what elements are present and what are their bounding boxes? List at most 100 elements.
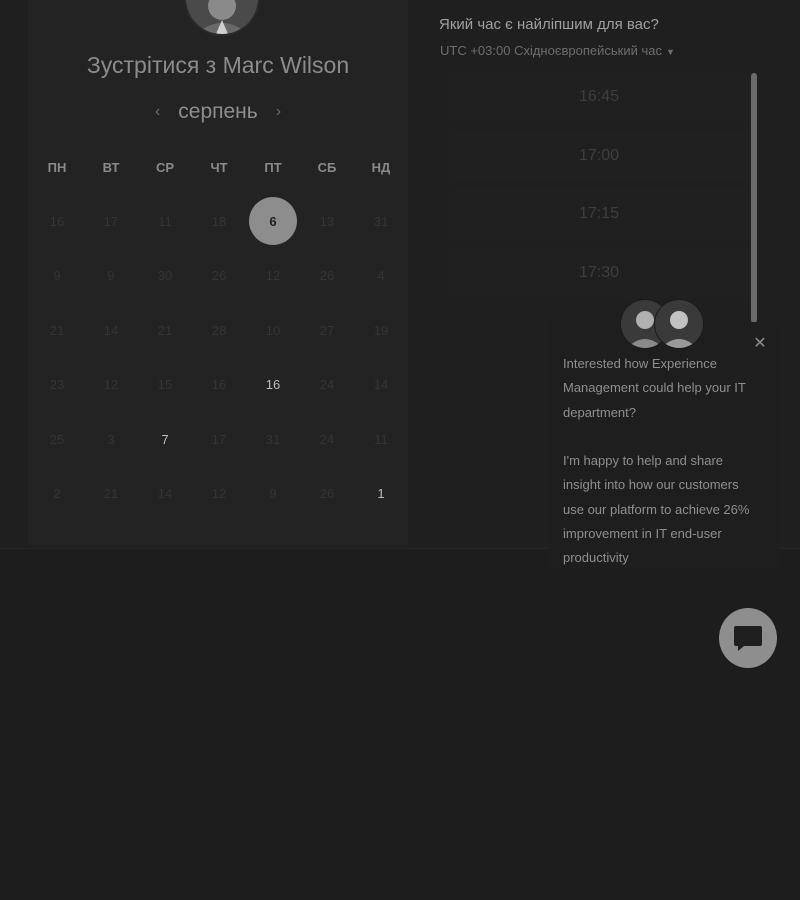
calendar-day-selected[interactable]: 6 xyxy=(246,194,300,249)
day-number: 24 xyxy=(319,377,335,393)
calendar-day: 10 xyxy=(246,303,300,358)
day-number: 31 xyxy=(373,213,389,229)
calendar-days-grid: 16 17 11 18 6 13 31 9 9 30 26 12 26 4 21 14 21 28 10 27 19 23… xyxy=(30,194,408,521)
calendar-day: 31 xyxy=(354,194,408,249)
calendar-day: 11 xyxy=(354,412,408,467)
calendar-day: 21 xyxy=(138,303,192,358)
calendar-day: 18 xyxy=(192,194,246,249)
time-slot-list: 16:45 17:00 17:15 17:30 xyxy=(449,72,749,322)
day-number: 26 xyxy=(319,486,335,502)
calendar-day: 30 xyxy=(138,249,192,304)
calendar-day: 28 xyxy=(192,303,246,358)
calendar-day: 14 xyxy=(138,467,192,522)
calendar-day: 12 xyxy=(192,467,246,522)
day-number: 30 xyxy=(157,268,173,284)
calendar-day: 9 xyxy=(84,249,138,304)
calendar-day: 12 xyxy=(246,249,300,304)
calendar-day: 31 xyxy=(246,412,300,467)
day-number: 16 xyxy=(49,213,65,229)
calendar-day: 14 xyxy=(354,358,408,413)
day-number: 4 xyxy=(377,268,385,284)
day-number: 17 xyxy=(211,431,227,447)
day-number: 12 xyxy=(103,377,119,393)
day-number: 11 xyxy=(158,213,172,229)
close-icon[interactable]: ✕ xyxy=(751,335,769,353)
day-number: 14 xyxy=(103,322,119,338)
calendar-day: 2 xyxy=(30,467,84,522)
chat-launcher-button[interactable] xyxy=(719,608,777,668)
weekday-label: СБ xyxy=(317,160,337,175)
day-number: 21 xyxy=(157,322,173,338)
time-question: Який час є найліпшим для вас? xyxy=(439,16,659,33)
day-number: 7 xyxy=(161,431,169,447)
calendar-day: 16 xyxy=(30,194,84,249)
day-number: 18 xyxy=(211,213,227,229)
day-number: 14 xyxy=(373,377,389,393)
day-number: 28 xyxy=(211,322,227,338)
agent-avatars xyxy=(620,299,704,349)
weekday-label: СР xyxy=(155,160,175,175)
calendar-day[interactable]: 1 xyxy=(354,467,408,522)
calendar-day: 26 xyxy=(300,467,354,522)
weekday-header: ПН ВТ СР ЧТ ПТ СБ НД xyxy=(30,160,408,175)
day-number: 12 xyxy=(265,268,281,284)
calendar-day: 26 xyxy=(192,249,246,304)
day-number: 31 xyxy=(265,431,281,447)
calendar-day[interactable]: 16 xyxy=(246,358,300,413)
weekday-label: ПН xyxy=(47,160,67,175)
day-number: 15 xyxy=(157,377,173,393)
calendar-day: 17 xyxy=(84,194,138,249)
time-slot-button[interactable]: 17:00 xyxy=(449,130,749,181)
day-number: 21 xyxy=(49,322,65,338)
calendar-day: 25 xyxy=(30,412,84,467)
slot-scrollbar[interactable] xyxy=(751,73,757,323)
calendar-day: 9 xyxy=(30,249,84,304)
day-number: 6 xyxy=(249,197,297,246)
month-navigator: ‹ серпень › xyxy=(28,100,408,124)
weekday-label: ЧТ xyxy=(210,160,228,175)
time-slot-button[interactable]: 16:45 xyxy=(449,72,749,122)
calendar-day[interactable]: 7 xyxy=(138,412,192,467)
timezone-select[interactable]: UTC +03:00 Східноєвропейський час ▼ xyxy=(440,43,675,58)
day-number: 14 xyxy=(157,486,173,502)
weekday-label: ВТ xyxy=(102,160,120,175)
day-number: 16 xyxy=(265,377,281,393)
day-number: 17 xyxy=(103,213,119,229)
calendar-day: 12 xyxy=(84,358,138,413)
calendar-day: 15 xyxy=(138,358,192,413)
day-number: 9 xyxy=(269,486,277,502)
calendar-day: 4 xyxy=(354,249,408,304)
weekday-label: ПТ xyxy=(264,160,282,175)
calendar-day: 3 xyxy=(84,412,138,467)
day-number: 2 xyxy=(53,486,61,502)
day-number: 24 xyxy=(319,431,335,447)
calendar-day: 21 xyxy=(84,467,138,522)
popup-message: I'm happy to help and share insight into… xyxy=(563,453,750,566)
chevron-right-icon[interactable]: › xyxy=(276,103,281,121)
calendar-day: 24 xyxy=(300,358,354,413)
day-number: 1 xyxy=(377,486,385,502)
calendar-title: Зустрітися з Marc Wilson xyxy=(86,52,350,78)
calendar-day: 19 xyxy=(354,303,408,358)
day-number: 23 xyxy=(49,377,65,393)
calendar-day: 16 xyxy=(192,358,246,413)
day-number: 12 xyxy=(211,486,227,502)
day-number: 3 xyxy=(107,431,115,447)
calendar-day: 27 xyxy=(300,303,354,358)
calendar-day: 24 xyxy=(300,412,354,467)
time-slot-button[interactable]: 17:15 xyxy=(449,189,749,239)
day-number: 19 xyxy=(373,322,389,338)
day-number: 26 xyxy=(319,268,335,284)
day-number: 11 xyxy=(374,431,388,447)
time-slot-button[interactable]: 17:30 xyxy=(449,247,749,298)
day-number: 21 xyxy=(103,486,119,502)
chevron-left-icon[interactable]: ‹ xyxy=(155,103,160,121)
chat-bubble-icon xyxy=(734,626,762,651)
calendar-day: 17 xyxy=(192,412,246,467)
calendar-day: 26 xyxy=(300,249,354,304)
calendar-day: 13 xyxy=(300,194,354,249)
weekday-label: НД xyxy=(371,160,391,175)
day-number: 26 xyxy=(211,268,227,284)
day-number: 10 xyxy=(265,322,281,338)
timezone-label: UTC +03:00 Східноєвропейський час xyxy=(440,43,662,58)
